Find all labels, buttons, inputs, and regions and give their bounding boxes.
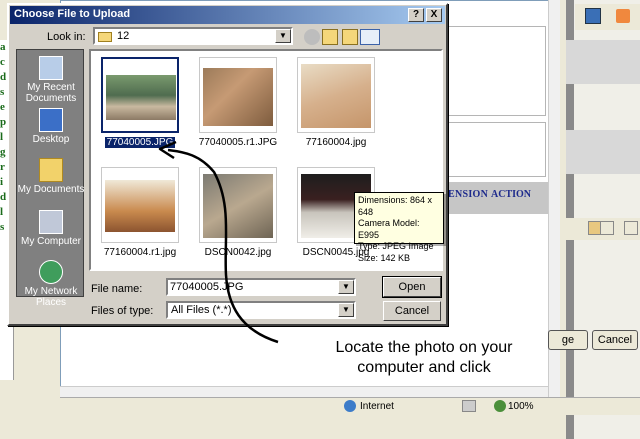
look-in-dropdown[interactable]: 12 ▼ <box>93 27 293 45</box>
home-icon[interactable] <box>585 8 601 24</box>
file-name: 77040005.r1.JPG <box>198 137 278 148</box>
place-desktop[interactable]: Desktop <box>17 108 85 145</box>
place-my-computer[interactable]: My Computer <box>17 210 85 247</box>
look-in-label: Look in: <box>47 31 86 43</box>
place-label: My Computer <box>20 236 81 247</box>
editor-link-icon[interactable] <box>624 221 638 235</box>
photo-thumbnail <box>301 64 371 128</box>
dialog-title-bar[interactable]: Choose File to Upload ? X <box>10 6 445 24</box>
background-band-label: ENSION <box>448 189 489 200</box>
file-thumbnail[interactable]: DSCN0042.jpg <box>195 165 285 265</box>
my-documents-icon <box>39 158 63 182</box>
file-name: DSCN0042.jpg <box>204 247 272 258</box>
thumbnail-frame <box>297 57 375 133</box>
annotation-line-2: computer and click <box>357 359 491 376</box>
network-places-icon <box>39 260 63 284</box>
place-my-network-places[interactable]: My Network Places <box>17 260 85 308</box>
place-my-documents[interactable]: My Documents <box>17 158 85 195</box>
thumbnail-frame <box>199 57 277 133</box>
choose-file-dialog: Choose File to Upload ? X Look in: 12 ▼ … <box>7 3 448 326</box>
tooltip-type: Type: JPEG Image <box>358 241 434 251</box>
tooltip-dimensions: Dimensions: 864 x 648 <box>358 195 433 217</box>
file-name-label: File name: <box>91 283 143 295</box>
look-in-value: 12 <box>117 30 130 42</box>
place-label: My Network Places <box>24 286 78 308</box>
tooltip-size: Size: 142 KB <box>358 252 411 263</box>
security-icon <box>462 400 476 412</box>
place-label: My Recent Documents <box>25 82 77 104</box>
chevron-down-icon[interactable]: ▼ <box>338 303 354 317</box>
close-button[interactable]: X <box>426 8 442 22</box>
file-type-dropdown[interactable]: All Files (*.*) ▼ <box>166 301 356 319</box>
folder-icon <box>98 32 112 42</box>
file-thumbnail[interactable]: 77040005.JPG <box>97 55 187 155</box>
background-gray-block <box>566 40 640 84</box>
desktop-icon <box>39 108 63 132</box>
my-computer-icon <box>39 210 63 234</box>
background-cancel-button[interactable]: Cancel <box>592 330 638 350</box>
annotation-line-1: Locate the photo on your <box>335 339 513 356</box>
views-menu-icon[interactable] <box>360 29 380 45</box>
photo-thumbnail <box>203 68 273 126</box>
file-name-input[interactable] <box>170 280 330 294</box>
zoom-icon[interactable] <box>494 400 506 412</box>
place-label: Desktop <box>32 134 70 145</box>
background-form-field <box>446 122 546 177</box>
back-icon[interactable] <box>304 29 320 45</box>
photo-thumbnail <box>203 174 273 238</box>
photo-thumbnail <box>106 75 176 120</box>
new-folder-icon[interactable] <box>342 29 358 45</box>
file-name: 77160004.r1.jpg <box>103 247 177 258</box>
feeds-icon[interactable] <box>616 9 630 23</box>
places-bar: My Recent Documents Desktop My Documents… <box>16 49 85 308</box>
background-band-label: ACTION <box>491 189 532 200</box>
file-thumbnail[interactable]: 77160004.jpg <box>293 55 383 155</box>
help-button[interactable]: ? <box>408 8 424 22</box>
place-my-recent-documents[interactable]: My Recent Documents <box>17 56 85 104</box>
file-type-value: All Files (*.*) <box>171 304 232 316</box>
chevron-down-icon[interactable]: ▼ <box>338 280 354 294</box>
cancel-button[interactable]: Cancel <box>383 301 441 321</box>
dialog-title: Choose File to Upload <box>14 8 131 20</box>
file-type-label: Files of type: <box>91 305 154 317</box>
thumbnail-frame <box>199 167 277 243</box>
zoom-level[interactable]: 100% <box>508 401 534 412</box>
file-name: 77160004.jpg <box>305 137 367 148</box>
file-thumbnail[interactable]: 77160004.r1.jpg <box>97 165 187 265</box>
background-form-field <box>446 26 546 116</box>
up-folder-icon[interactable] <box>322 29 338 45</box>
place-label: My Documents <box>17 184 85 195</box>
status-zone-text: Internet <box>360 401 394 412</box>
background-gray-block <box>566 130 640 174</box>
internet-zone-icon <box>344 400 356 412</box>
photo-thumbnail <box>105 180 175 232</box>
file-name: 77040005.JPG <box>103 136 177 149</box>
open-button[interactable]: Open <box>382 276 442 298</box>
chevron-down-icon[interactable]: ▼ <box>275 29 291 43</box>
annotation-text: Locate the photo on your computer and cl… <box>284 338 564 378</box>
file-name-combo[interactable]: ▼ <box>166 278 356 296</box>
recent-documents-icon <box>39 56 63 80</box>
thumbnail-frame <box>101 167 179 243</box>
editor-undo-icon[interactable] <box>600 221 614 235</box>
tooltip-camera-model: Camera Model: E995 <box>358 218 420 240</box>
file-thumbnail[interactable]: 77040005.r1.JPG <box>195 55 285 155</box>
thumbnail-frame <box>101 57 179 133</box>
file-info-tooltip: Dimensions: 864 x 648 Camera Model: E995… <box>354 192 444 263</box>
